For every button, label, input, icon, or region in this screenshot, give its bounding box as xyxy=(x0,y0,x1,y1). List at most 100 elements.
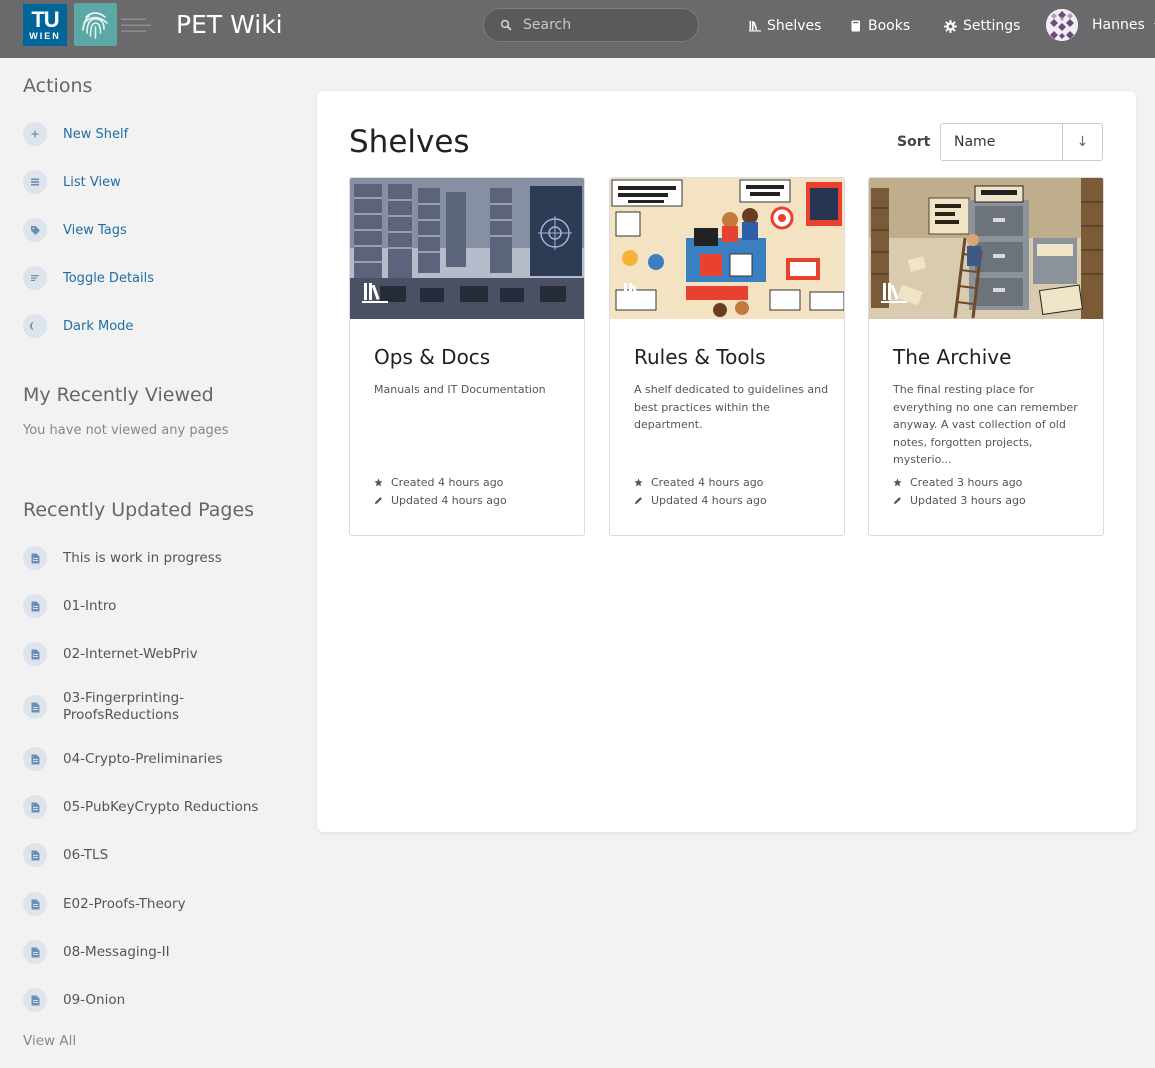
shelf-card[interactable]: The Archive The final resting place for … xyxy=(868,177,1104,536)
recent-page-label: 06-TLS xyxy=(63,846,109,863)
shelf-name: Ops & Docs xyxy=(374,345,491,369)
top-header: TU WIEN ▬▬▬▬▬ ▬▬▬▬▬▬ ▬▬▬▬▬ PET Wiki Sear… xyxy=(0,0,1155,58)
shelf-cover-image xyxy=(610,178,844,319)
shelf-updated-text: Updated 3 hours ago xyxy=(910,494,1026,507)
sort-select[interactable]: Name xyxy=(941,124,1063,160)
toggle-details-label: Toggle Details xyxy=(63,270,154,286)
recent-page-item[interactable]: 01-Intro xyxy=(23,594,116,618)
nav-books-label: Books xyxy=(868,18,911,34)
actions-heading: Actions xyxy=(23,75,93,97)
tu-wien-logo[interactable]: TU WIEN xyxy=(23,4,67,46)
user-menu[interactable]: Hannes xyxy=(1046,9,1155,41)
recent-page-label: 04-Crypto-Preliminaries xyxy=(63,750,223,767)
shelf-created-text: Created 4 hours ago xyxy=(391,476,504,489)
shelf-created-text: Created 3 hours ago xyxy=(910,476,1023,489)
recent-page-item[interactable]: 04-Crypto-Preliminaries xyxy=(23,747,223,771)
recently-updated-heading: Recently Updated Pages xyxy=(23,499,255,521)
view-all-link[interactable]: View All xyxy=(23,1033,76,1049)
list-view-action[interactable]: List View xyxy=(23,170,121,194)
view-tags-action[interactable]: View Tags xyxy=(23,218,127,242)
fingerprint-logo[interactable] xyxy=(74,3,117,46)
shelves-panel: Shelves Sort Name ↓ Ops & Docs Manuals a… xyxy=(317,91,1136,832)
dark-mode-label: Dark Mode xyxy=(63,318,134,334)
moon-icon xyxy=(23,314,47,338)
star-icon xyxy=(893,478,902,487)
shelf-name: Rules & Tools xyxy=(634,345,766,369)
search-box[interactable] xyxy=(483,8,699,42)
new-shelf-action[interactable]: New Shelf xyxy=(23,122,128,146)
nav-shelves-label: Shelves xyxy=(767,18,822,34)
logo-tu-text: TU xyxy=(31,6,59,32)
shelf-cover-image xyxy=(350,178,584,319)
app-name[interactable]: PET Wiki xyxy=(176,10,283,39)
shelf-description: A shelf dedicated to guidelines and best… xyxy=(634,383,829,431)
shelf-created-text: Created 4 hours ago xyxy=(651,476,764,489)
shelf-card[interactable]: Ops & Docs Manuals and IT Documentation … xyxy=(349,177,585,536)
gear-icon xyxy=(944,19,957,33)
new-shelf-label: New Shelf xyxy=(63,126,129,142)
fingerprint-icon xyxy=(82,12,108,39)
avatar-pattern-icon xyxy=(1046,9,1078,41)
shelf-created: Created 3 hours ago xyxy=(893,476,1022,489)
recent-page-item[interactable]: 03-Fingerprinting-ProofsReductions xyxy=(23,690,213,724)
recent-page-label: This is work in progress xyxy=(63,549,222,566)
nav-settings-label: Settings xyxy=(963,18,1021,34)
list-icon xyxy=(23,170,47,194)
recent-page-label: E02-Proofs-Theory xyxy=(63,895,186,912)
plus-icon xyxy=(23,122,47,146)
tag-icon xyxy=(23,218,47,242)
shelf-name: The Archive xyxy=(893,345,1012,369)
search-icon xyxy=(500,19,512,31)
toggle-details-action[interactable]: Toggle Details xyxy=(23,266,154,290)
dark-mode-action[interactable]: Dark Mode xyxy=(23,314,133,338)
page-icon xyxy=(23,642,47,666)
recent-page-item[interactable]: 05-PubKeyCrypto Reductions xyxy=(23,795,258,819)
page-title: Shelves xyxy=(349,124,470,160)
book-icon xyxy=(851,20,860,32)
recent-page-label: 05-PubKeyCrypto Reductions xyxy=(63,798,259,815)
recent-page-label: 01-Intro xyxy=(63,597,117,614)
page-icon xyxy=(23,988,47,1012)
recently-viewed-empty: You have not viewed any pages xyxy=(23,423,229,438)
shelf-card[interactable]: Rules & Tools A shelf dedicated to guide… xyxy=(609,177,845,536)
recent-page-item[interactable]: 08-Messaging-II xyxy=(23,940,170,964)
page-icon xyxy=(23,594,47,618)
nav-books[interactable]: Books xyxy=(850,17,910,35)
shelf-description: Manuals and IT Documentation xyxy=(374,383,546,396)
recent-page-label: 02-Internet-WebPriv xyxy=(63,645,198,662)
logo-subtext: ▬▬▬▬▬ ▬▬▬▬▬▬ ▬▬▬▬▬ xyxy=(121,16,151,34)
shelf-icon xyxy=(622,283,648,303)
nav-shelves[interactable]: Shelves xyxy=(749,17,821,35)
page-icon xyxy=(23,747,47,771)
shelf-created: Created 4 hours ago xyxy=(634,476,763,489)
shelf-updated-text: Updated 4 hours ago xyxy=(391,494,507,507)
shelves-icon xyxy=(749,21,761,32)
page-icon xyxy=(23,843,47,867)
page-icon xyxy=(23,695,47,719)
list-view-label: List View xyxy=(63,174,121,190)
star-icon xyxy=(634,478,643,487)
star-icon xyxy=(374,478,383,487)
view-tags-label: View Tags xyxy=(63,222,127,238)
nav-settings[interactable]: Settings xyxy=(944,17,1020,35)
shelf-cover-image xyxy=(869,178,1103,319)
recent-page-item[interactable]: This is work in progress xyxy=(23,546,222,570)
avatar xyxy=(1046,9,1078,41)
page-icon xyxy=(23,940,47,964)
pencil-icon xyxy=(634,497,642,505)
recent-page-item[interactable]: 06-TLS xyxy=(23,843,108,867)
shelf-updated: Updated 3 hours ago xyxy=(893,494,1026,507)
recent-page-item[interactable]: 09-Onion xyxy=(23,988,125,1012)
sort-direction-button[interactable]: ↓ xyxy=(1063,124,1102,160)
search-input[interactable] xyxy=(523,17,683,33)
shelf-icon xyxy=(881,283,907,303)
shelf-updated: Updated 4 hours ago xyxy=(374,494,507,507)
page-icon xyxy=(23,795,47,819)
shelf-updated: Updated 4 hours ago xyxy=(634,494,767,507)
recent-page-item[interactable]: E02-Proofs-Theory xyxy=(23,892,186,916)
recent-page-item[interactable]: 02-Internet-WebPriv xyxy=(23,642,198,666)
sort-label: Sort xyxy=(897,134,931,150)
user-name: Hannes xyxy=(1092,17,1145,33)
page-icon xyxy=(23,892,47,916)
toggle-details-icon xyxy=(23,266,47,290)
